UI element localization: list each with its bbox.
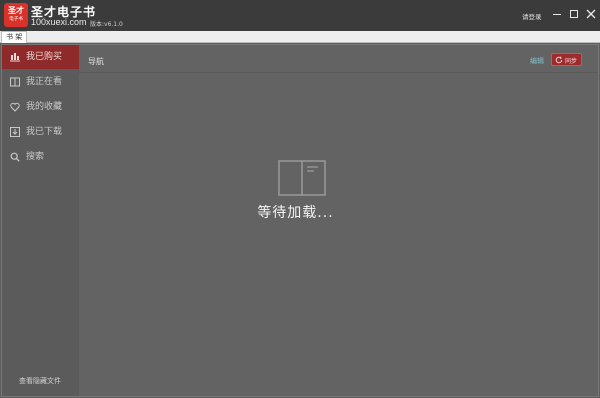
header-divider [79, 72, 598, 73]
minimize-icon [553, 14, 561, 15]
sidebar: 我已购买 我正在看 我的收藏 我已下载 搜索 查看隐藏文件 [2, 45, 79, 396]
close-icon [586, 9, 596, 19]
edit-button[interactable]: 编辑 [530, 56, 544, 66]
bar-chart-icon [10, 53, 20, 62]
sidebar-item-label: 我正在看 [26, 77, 63, 87]
sidebar-item-purchased[interactable]: 我已购买 [2, 45, 79, 69]
sidebar-item-reading[interactable]: 我正在看 [2, 70, 79, 94]
loading-message: 等待加载... [257, 205, 334, 221]
view-hidden-files-link[interactable]: 查看隐藏文件 [19, 376, 61, 386]
search-icon [10, 152, 20, 162]
sidebar-item-label: 我已下载 [26, 127, 63, 137]
minimize-button[interactable] [551, 8, 563, 20]
sidebar-item-label: 我已购买 [26, 52, 63, 62]
maximize-button[interactable] [568, 8, 580, 20]
sidebar-item-downloaded[interactable]: 我已下载 [2, 120, 79, 144]
close-button[interactable] [585, 8, 597, 20]
maximize-icon [570, 10, 578, 18]
window-content: 我已购买 我正在看 我的收藏 我已下载 搜索 查看隐藏文件 导航 编辑 同步 等… [1, 44, 599, 397]
book-placeholder-icon [278, 160, 326, 196]
heart-icon [10, 102, 20, 112]
tab-bookshelf[interactable]: 书 架 [1, 31, 28, 43]
sync-button[interactable]: 同步 [551, 53, 582, 66]
title-bar: 圣才 电子书 圣才电子书 100xuexi.com 版本:v6.1.0 请登录 [0, 0, 600, 31]
sidebar-item-label: 搜索 [26, 152, 45, 162]
sidebar-item-favorites[interactable]: 我的收藏 [2, 95, 79, 119]
app-url: 100xuexi.com [31, 17, 87, 27]
sync-label: 同步 [565, 58, 578, 65]
logo-text-main: 圣才 [8, 6, 24, 15]
login-link[interactable]: 请登录 [522, 11, 542, 21]
refresh-icon [555, 56, 563, 64]
logo-text-sub: 电子书 [9, 16, 23, 22]
sidebar-item-label: 我的收藏 [26, 102, 63, 112]
app-logo: 圣才 电子书 [4, 3, 28, 27]
app-version: 版本:v6.1.0 [90, 21, 123, 28]
tab-strip: 书 架 [0, 31, 600, 43]
sidebar-item-search[interactable]: 搜索 [2, 145, 79, 169]
main-panel: 导航 编辑 同步 等待加载... [79, 45, 598, 396]
page-title: 导航 [88, 57, 104, 66]
open-book-icon [10, 77, 20, 87]
download-icon [10, 127, 20, 137]
